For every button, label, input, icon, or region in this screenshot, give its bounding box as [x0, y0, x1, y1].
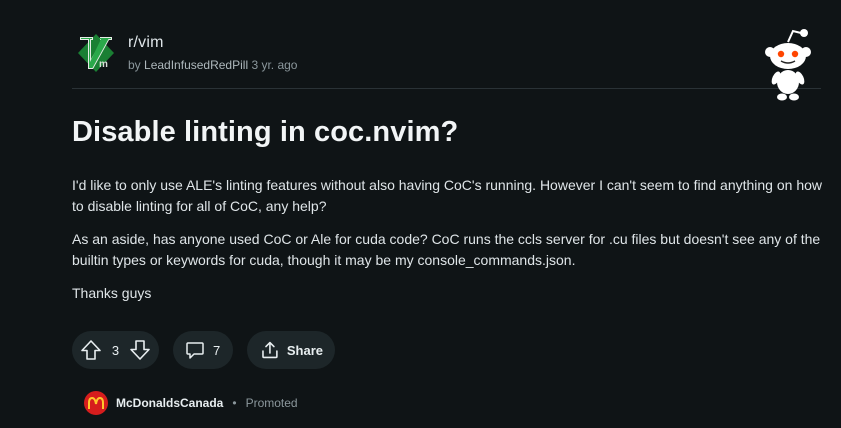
separator-dot: • [232, 396, 237, 410]
comments-button[interactable]: 7 [173, 331, 233, 369]
post-byline: by LeadInfusedRedPill 3 yr. ago [128, 58, 297, 72]
post-action-bar: 3 7 Share [72, 331, 335, 369]
mcdonalds-logo-icon[interactable] [84, 391, 108, 415]
golden-arches-icon [88, 397, 104, 409]
post-body: I'd like to only use ALE's linting featu… [72, 175, 832, 316]
arrow-down-icon[interactable] [129, 339, 151, 361]
vote-control: 3 [72, 331, 159, 369]
subreddit-name[interactable]: r/vim [128, 34, 164, 52]
promoted-label: Promoted [245, 396, 298, 410]
share-icon [262, 341, 278, 359]
post-page: m r/vim by LeadInfusedRedPill 3 yr. ago … [0, 0, 841, 428]
snoo-icon [765, 29, 811, 101]
post-paragraph: Thanks guys [72, 285, 152, 301]
comment-count: 7 [213, 342, 221, 358]
share-label: Share [286, 342, 323, 358]
author-link[interactable]: LeadInfusedRedPill [144, 58, 248, 72]
vote-score: 3 [111, 342, 120, 358]
promoted-post[interactable]: McDonaldsCanada • Promoted [84, 391, 298, 415]
post-age: 3 yr. ago [251, 58, 298, 72]
post-title[interactable]: Disable linting in coc.nvim? [72, 116, 458, 149]
post-paragraph: As an aside, has anyone used CoC or Ale … [72, 231, 821, 268]
post-paragraph: I'd like to only use ALE's linting featu… [72, 177, 822, 214]
comment-bubble-icon [186, 342, 204, 359]
svg-text:m: m [99, 59, 108, 70]
byline-prefix: by [128, 58, 141, 72]
arrow-up-icon[interactable] [80, 339, 102, 361]
post-header: m r/vim by LeadInfusedRedPill 3 yr. ago [72, 28, 821, 89]
advertiser-name[interactable]: McDonaldsCanada [116, 396, 223, 410]
share-button[interactable]: Share [247, 331, 335, 369]
vim-logo-icon[interactable]: m [77, 33, 115, 73]
